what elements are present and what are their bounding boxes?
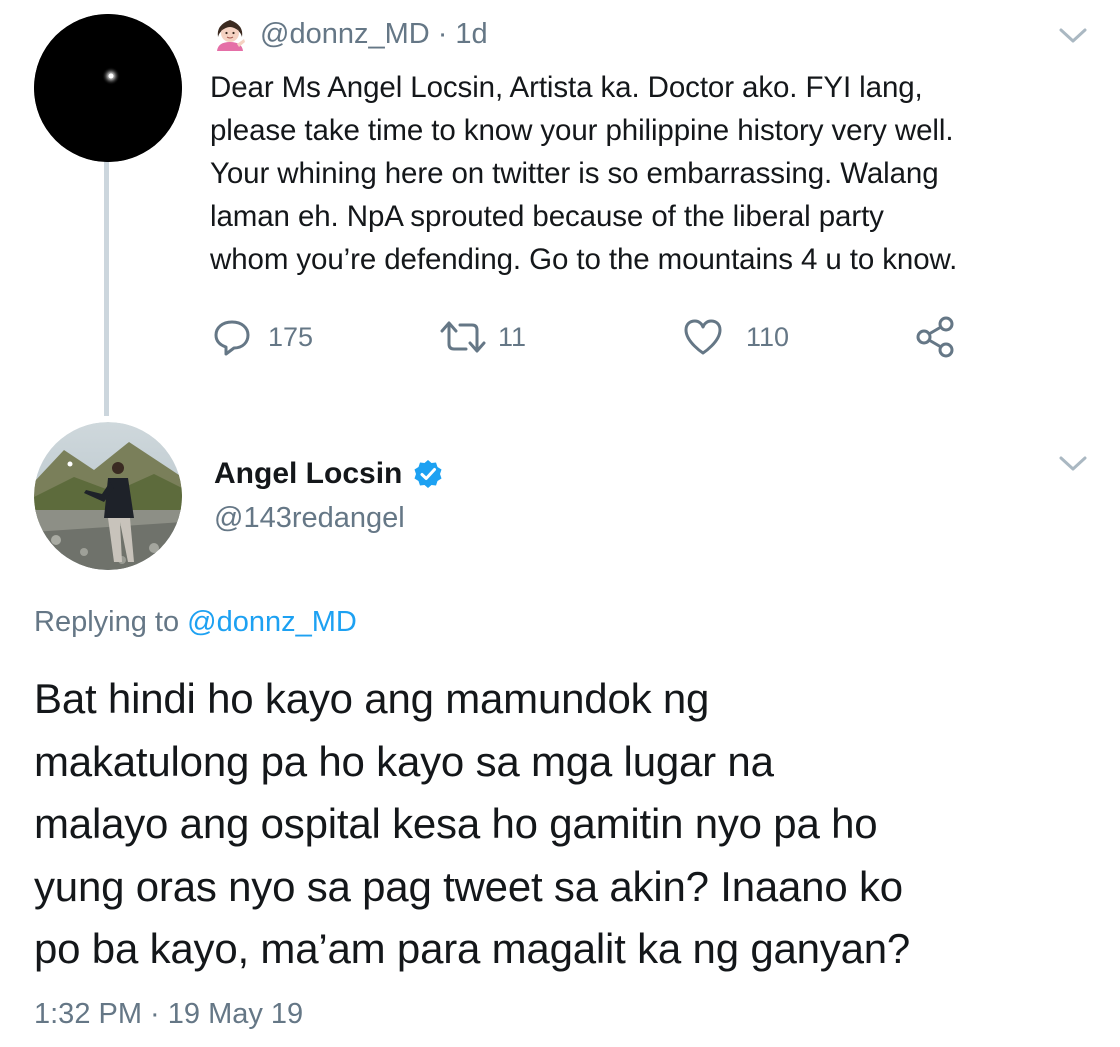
tweet-2-display-name[interactable]: Angel Locsin <box>214 457 402 491</box>
tweet-1-age[interactable]: 1d <box>455 18 487 51</box>
angel-locsin-avatar[interactable] <box>34 422 182 570</box>
verified-badge-icon <box>414 460 442 488</box>
reply-button[interactable]: 175 <box>212 312 313 362</box>
replying-to-line: Replying to @donnz_MD <box>34 606 357 639</box>
header-separator: · <box>437 17 448 50</box>
tweet-1-handle[interactable]: @donnz_MD <box>260 18 430 51</box>
share-icon <box>916 316 954 358</box>
reply-count: 175 <box>268 321 314 352</box>
retweet-button[interactable]: 11 <box>440 312 526 362</box>
replying-to-mention-link[interactable]: @donnz_MD <box>187 606 357 638</box>
woman-tipping-hand-emoji-icon <box>214 17 246 51</box>
tweet-2-handle[interactable]: @143redangel <box>214 502 405 535</box>
chevron-down-icon[interactable] <box>1058 454 1088 474</box>
retweet-icon <box>440 321 486 353</box>
like-count: 110 <box>746 321 790 352</box>
reply-icon <box>214 320 250 356</box>
night-sky-avatar-icon[interactable] <box>34 14 182 162</box>
tweet-2-text: Bat hindi ho kayo ang mamundok ng makatu… <box>34 675 911 972</box>
tweet-2-name-row: Angel Locsin <box>214 452 444 496</box>
tweet-1-header: @donnz_MD · 1d <box>214 14 488 54</box>
retweet-count: 11 <box>498 321 527 352</box>
replying-to-label: Replying to <box>34 606 180 638</box>
tweet-2-timestamp[interactable]: 1:32 PM · 19 May 19 <box>34 998 303 1031</box>
share-button[interactable] <box>914 312 958 362</box>
tweet-1-text: Dear Ms Angel Locsin, Artista ka. Doctor… <box>210 71 958 276</box>
tweet-1-action-bar: 175 11 110 <box>212 312 1012 362</box>
thread-connector-line <box>104 158 109 416</box>
heart-icon <box>684 319 722 355</box>
like-button[interactable]: 110 <box>682 312 789 362</box>
chevron-down-icon[interactable] <box>1058 26 1088 46</box>
